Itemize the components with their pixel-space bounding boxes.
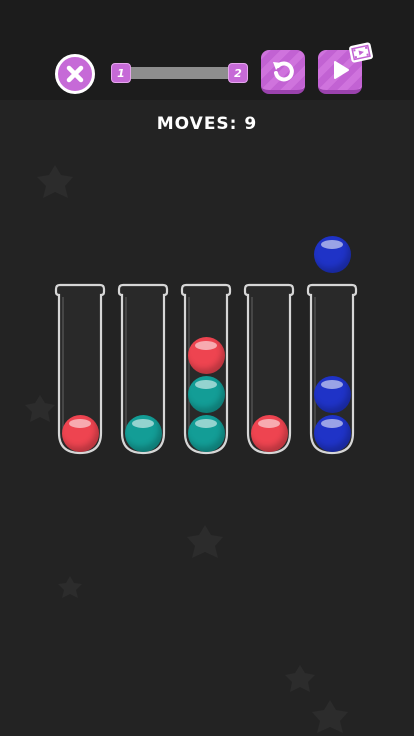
level-progress-bar <box>120 67 240 79</box>
background-star <box>187 525 223 558</box>
next-level-badge: 2 <box>228 63 248 83</box>
teal-ball <box>187 375 225 413</box>
undo-icon <box>273 61 294 82</box>
background-star <box>58 576 82 598</box>
current-level-badge: 1 <box>111 63 131 83</box>
undo-button[interactable] <box>261 50 305 94</box>
teal-ball <box>124 414 162 452</box>
blue-ball <box>313 375 351 413</box>
red-ball <box>187 336 225 374</box>
red-ball <box>61 414 99 452</box>
lifted-ball <box>313 235 351 273</box>
background-star <box>37 165 73 198</box>
moves-counter: MOVES: 9 <box>156 114 258 134</box>
red-ball <box>250 414 288 452</box>
blue-ball <box>313 414 351 452</box>
background-star <box>285 665 315 692</box>
teal-ball <box>187 414 225 452</box>
background-star <box>25 395 55 422</box>
close-icon <box>66 65 84 83</box>
background-star <box>312 700 348 733</box>
close-button[interactable] <box>55 54 95 94</box>
play-icon <box>334 61 349 79</box>
